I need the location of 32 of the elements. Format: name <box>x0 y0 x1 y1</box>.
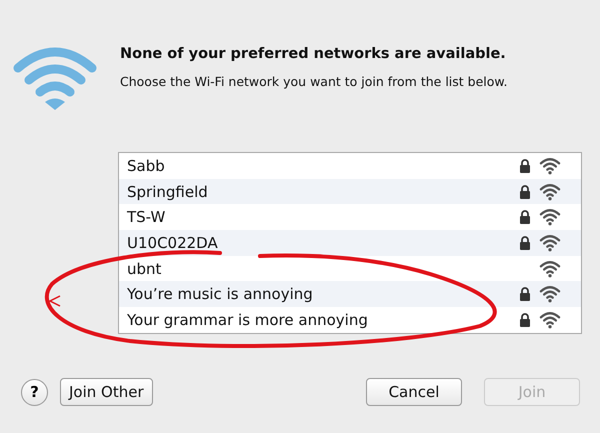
network-name[interactable]: You’re music is annoying <box>127 285 519 304</box>
network-name[interactable]: U10C022DA <box>127 234 519 252</box>
network-row[interactable]: You’re music is annoying <box>119 281 581 308</box>
cancel-button[interactable]: Cancel <box>366 378 462 406</box>
network-name[interactable]: Springfield <box>127 182 519 201</box>
network-name[interactable]: Sabb <box>127 156 519 175</box>
lock-icon <box>519 184 531 199</box>
lock-icon <box>519 158 531 173</box>
lock-icon <box>519 210 531 224</box>
wifi-icon <box>539 310 561 329</box>
wifi-icon <box>539 234 561 252</box>
wifi-icon <box>539 285 561 304</box>
wifi-icon <box>539 260 561 278</box>
wifi-icon <box>539 156 561 175</box>
network-row[interactable]: Sabb <box>119 153 581 179</box>
lock-icon <box>519 287 531 302</box>
wifi-icon <box>539 182 561 201</box>
dialog-heading: None of your preferred networks are available. <box>120 46 507 62</box>
help-button[interactable]: ? <box>21 378 48 406</box>
network-row[interactable]: Your grammar is more annoying <box>119 307 581 333</box>
dialog-message: Choose the Wi-Fi network you want to join from the list below. <box>120 74 508 89</box>
lock-icon <box>519 236 531 250</box>
join-other-button[interactable]: Join Other <box>60 378 153 406</box>
network-row[interactable]: Springfield <box>119 178 581 204</box>
wifi-icon <box>539 208 561 226</box>
network-row[interactable]: U10C022DA <box>119 230 581 256</box>
network-name[interactable]: TS-W <box>127 208 519 226</box>
network-name[interactable]: Your grammar is more annoying <box>127 310 519 329</box>
network-row[interactable]: ubnt <box>119 256 581 282</box>
network-row[interactable]: TS-W <box>119 204 581 230</box>
network-name[interactable]: ubnt <box>127 260 519 278</box>
lock-icon <box>519 312 531 327</box>
